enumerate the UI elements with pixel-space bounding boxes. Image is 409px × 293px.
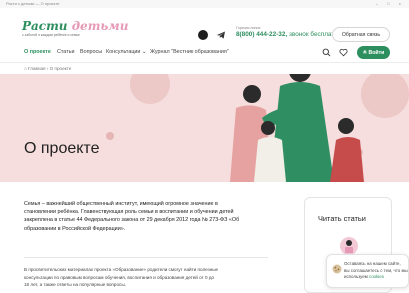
paragraph-line: консультации по правовым вопросам обучен… [24,274,215,280]
cookie-icon [332,264,342,274]
hotline-label: Горячая линия [236,26,261,30]
paragraph-line: 18 лет, а также ответы на популярные воп… [24,282,126,288]
logo-accent-text: детьми [67,19,129,33]
project-paragraph: В просветительских материалах проекта «О… [24,266,276,289]
section-divider [24,257,268,258]
login-button[interactable]: ≗ Войти [357,46,390,59]
nav-item-about[interactable]: О проекте [24,49,51,55]
logo-tagline: с заботой о каждом ребёнке и семье [22,33,80,37]
nav-item-articles[interactable]: Статьи [57,49,74,55]
hero-banner: О проекте [0,74,409,182]
breadcrumb[interactable]: ⌂ Главная › О проекте [24,66,71,71]
site-logo[interactable]: Расти детьми с заботой о каждом ребёнке … [22,20,128,37]
family-illustration [106,74,409,182]
site-header: Расти детьми с заботой о каждом ребёнке … [0,8,409,42]
intro-text: Семья – важнейший общественный институт,… [24,200,276,233]
feedback-button[interactable]: Обратная связь [332,27,390,42]
cookie-text-line: используем [344,274,370,280]
intro-line: образовании в Российской Федерации». [24,225,126,232]
chat-bubble-icon[interactable] [198,30,208,40]
nav-item-journal[interactable]: Журнал "Вестник образования" [150,49,229,55]
search-icon[interactable] [322,48,331,57]
cookie-text-line: вы соглашаетесь с тем, что мы [344,267,408,273]
paragraph-line: В просветительских материалах проекта «О… [24,267,219,272]
heart-icon[interactable] [339,48,348,57]
page-title: О проекте [24,140,100,157]
logo-main-text: Расти [22,19,68,33]
intro-line: Семья – важнейший общественный институт,… [24,201,218,207]
browser-title-bar: Расти с детьми — О проекте – □ × [0,0,409,8]
hotline: Горячая линия 8(800) 444-22-32, звонок б… [236,26,346,38]
intro-line: закреплена в статье 44 Федерального зако… [24,217,240,224]
read-articles-title: Читать статьи [318,214,366,223]
hotline-number[interactable]: 8(800) 444-22-32, [236,31,287,38]
nav-item-questions[interactable]: Вопросы [80,49,102,55]
telegram-icon[interactable] [216,30,226,40]
cookie-notice: Оставаясь на нашем сайте, вы соглашаетес… [326,254,409,288]
header-divider [0,62,409,63]
main-nav: О проекте Статьи Вопросы Консультации ⌄ … [0,43,409,61]
reading-illustration [340,237,358,255]
nav-item-consultations[interactable]: Консультации ⌄ [106,49,146,55]
cookie-text-line: Оставаясь на нашем сайте, [344,261,401,266]
window-controls[interactable]: – □ × [376,1,405,6]
cookie-policy-link[interactable]: cookies [369,274,384,279]
intro-line: становлении ребёнка. Главенствующая роль… [24,209,234,216]
browser-tab-title: Расти с детьми — О проекте [6,1,60,6]
